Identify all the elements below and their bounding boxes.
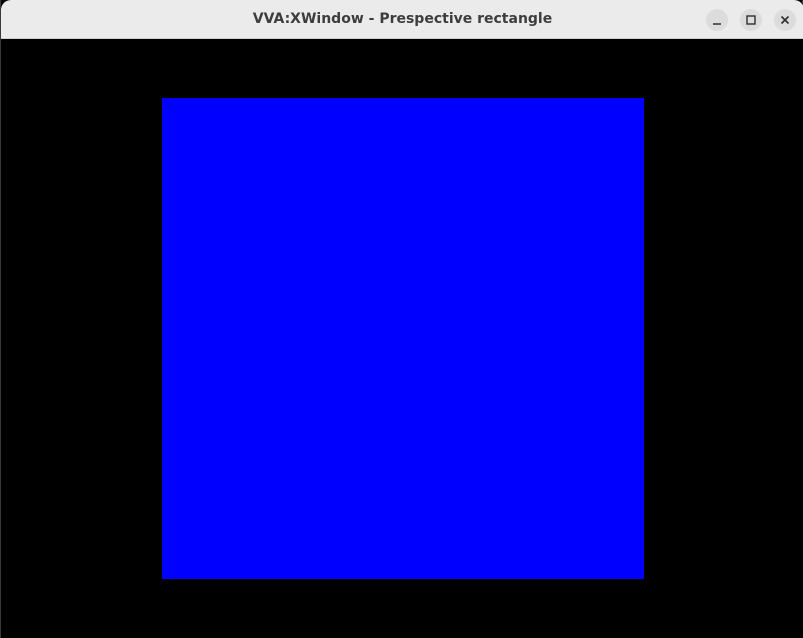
window-title: VVA:XWindow - Prespective rectangle <box>252 11 553 27</box>
minimize-icon <box>713 23 721 25</box>
app-window: VVA:XWindow - Prespective rectangle <box>0 0 803 638</box>
maximize-button[interactable] <box>740 9 762 31</box>
minimize-button[interactable] <box>706 9 728 31</box>
maximize-icon <box>746 15 756 25</box>
title-bar[interactable]: VVA:XWindow - Prespective rectangle <box>1 0 803 39</box>
close-icon <box>780 15 790 25</box>
render-canvas[interactable] <box>2 39 803 638</box>
close-button[interactable] <box>774 9 796 31</box>
blue-rectangle <box>162 98 644 579</box>
